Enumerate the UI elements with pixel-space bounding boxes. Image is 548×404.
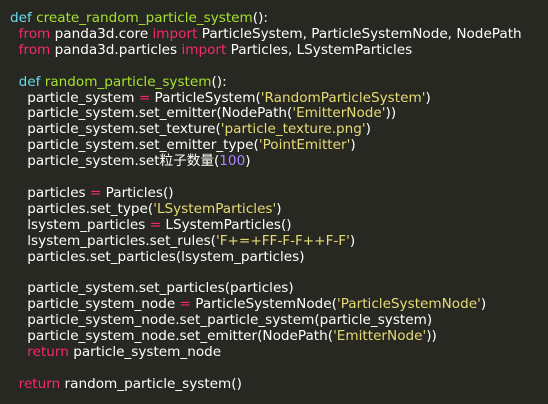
code-token: 'EmitterNode': [292, 105, 386, 122]
code-token: return: [18, 375, 61, 392]
code-token: 'RandomParticleSystem': [260, 89, 426, 106]
code-line: def create_random_particle_system():: [10, 10, 268, 26]
code-token: ParticleSystem(: [150, 89, 261, 106]
code-token: particle_system: [10, 89, 139, 106]
code-token: create_random_particle_system: [36, 10, 253, 26]
code-token: import: [181, 41, 227, 58]
code-line: particle_system.set_emitter_type('PointE…: [10, 137, 356, 154]
code-token: particle_system.set_texture(: [10, 121, 221, 138]
code-token: 'LSystemParticles': [153, 200, 277, 217]
code-token: ): [349, 232, 356, 249]
code-token: particle_system.set_emitter_type(: [10, 137, 259, 154]
code-line: particle_system = ParticleSystem('Random…: [10, 89, 431, 106]
code-token: )): [426, 328, 437, 344]
code-token: 100: [219, 153, 246, 170]
code-token: particle_system_node: [10, 296, 180, 313]
code-token: particles.set_type(: [10, 200, 154, 217]
code-token: ): [365, 121, 371, 138]
code-token: ():: [252, 10, 268, 26]
code-token: random_particle_system: [44, 73, 212, 90]
code-token: def: [18, 73, 41, 90]
code-token: ): [425, 89, 431, 106]
code-token: particle_system.set_particles(particles): [10, 280, 294, 297]
code-token: =: [89, 184, 102, 201]
code-token: =: [138, 89, 151, 106]
code-token: particle_system_node.set_emitter(NodePat…: [10, 328, 334, 344]
code-line: particle_system_node = ParticleSystemNod…: [10, 296, 486, 312]
code-token: def: [10, 10, 32, 26]
code-line: particle_system.set_emitter(NodePath('Em…: [10, 105, 396, 121]
code-token: ParticleSystemNode(: [190, 296, 337, 313]
code-line: from panda3d.core import ParticleSystem,…: [10, 26, 522, 42]
code-line: particle_system_node.set_particle_system…: [10, 312, 432, 328]
code-line: from panda3d.particles import Particles,…: [10, 41, 413, 58]
code-token: )): [385, 105, 397, 122]
code-line: particle_system.set粒子数量(100): [10, 153, 251, 170]
code-token: random_particle_system(): [60, 375, 242, 392]
code-token: 'ParticleSystemNode': [336, 296, 481, 313]
code-token: lsystem_particles: [10, 216, 150, 233]
code-line: particles = Particles(): [10, 184, 174, 201]
code-line: return random_particle_system(): [10, 376, 242, 392]
code-token: particle_system_node.set_particle_system…: [10, 312, 433, 329]
code-token: Particles(): [101, 184, 174, 201]
code-token: =: [179, 296, 191, 313]
code-token: =: [149, 216, 162, 233]
code-token: from: [18, 25, 51, 42]
code-token: ): [350, 137, 356, 154]
code-token: 'EmitterNode': [333, 328, 427, 344]
code-token: particle_system_node: [68, 343, 222, 360]
code-line: return particle_system_node: [10, 344, 221, 360]
code-token: particles: [10, 184, 90, 201]
code-editor[interactable]: def create_random_particle_system(): fro…: [0, 0, 548, 404]
code-line: particles.set_type('LSystemParticles'): [10, 200, 282, 217]
code-token: panda3d.core: [50, 25, 153, 42]
code-token: LSystemParticles(): [161, 216, 292, 233]
code-token: ParticleSystem, ParticleSystemNode, Node…: [197, 25, 522, 42]
code-token: from: [18, 41, 51, 58]
code-token: return: [27, 343, 69, 360]
code-token: ():: [211, 73, 227, 90]
code-line: lsystem_particles = LSystemParticles(): [10, 216, 292, 233]
code-token: ): [480, 296, 487, 313]
code-token: 'F+=+FF-F-F++F-F': [215, 232, 350, 249]
code-token: panda3d.particles: [50, 41, 182, 58]
code-token: ): [245, 153, 251, 170]
code-line: particles.set_particles(lsystem_particle…: [10, 248, 305, 265]
code-token: particle_system.set粒子数量(: [10, 153, 220, 170]
code-line: particle_system.set_particles(particles): [10, 280, 294, 297]
code-token: Particles, LSystemParticles: [226, 41, 413, 58]
code-token: particles.set_particles(lsystem_particle…: [10, 248, 305, 265]
code-token: 'particle_texture.png': [220, 121, 366, 138]
code-line: particle_system_node.set_emitter(NodePat…: [10, 328, 437, 344]
code-token: lsystem_particles.set_rules(: [10, 232, 216, 249]
code-line: particle_system.set_texture('particle_te…: [10, 121, 371, 137]
code-line: lsystem_particles.set_rules('F+=+FF-F-F+…: [10, 233, 355, 249]
code-line: def random_particle_system():: [10, 74, 227, 90]
code-token: import: [152, 25, 198, 42]
code-token: particle_system.set_emitter(NodePath(: [10, 105, 293, 122]
code-token: ): [276, 200, 282, 217]
code-token: 'PointEmitter': [258, 137, 351, 154]
